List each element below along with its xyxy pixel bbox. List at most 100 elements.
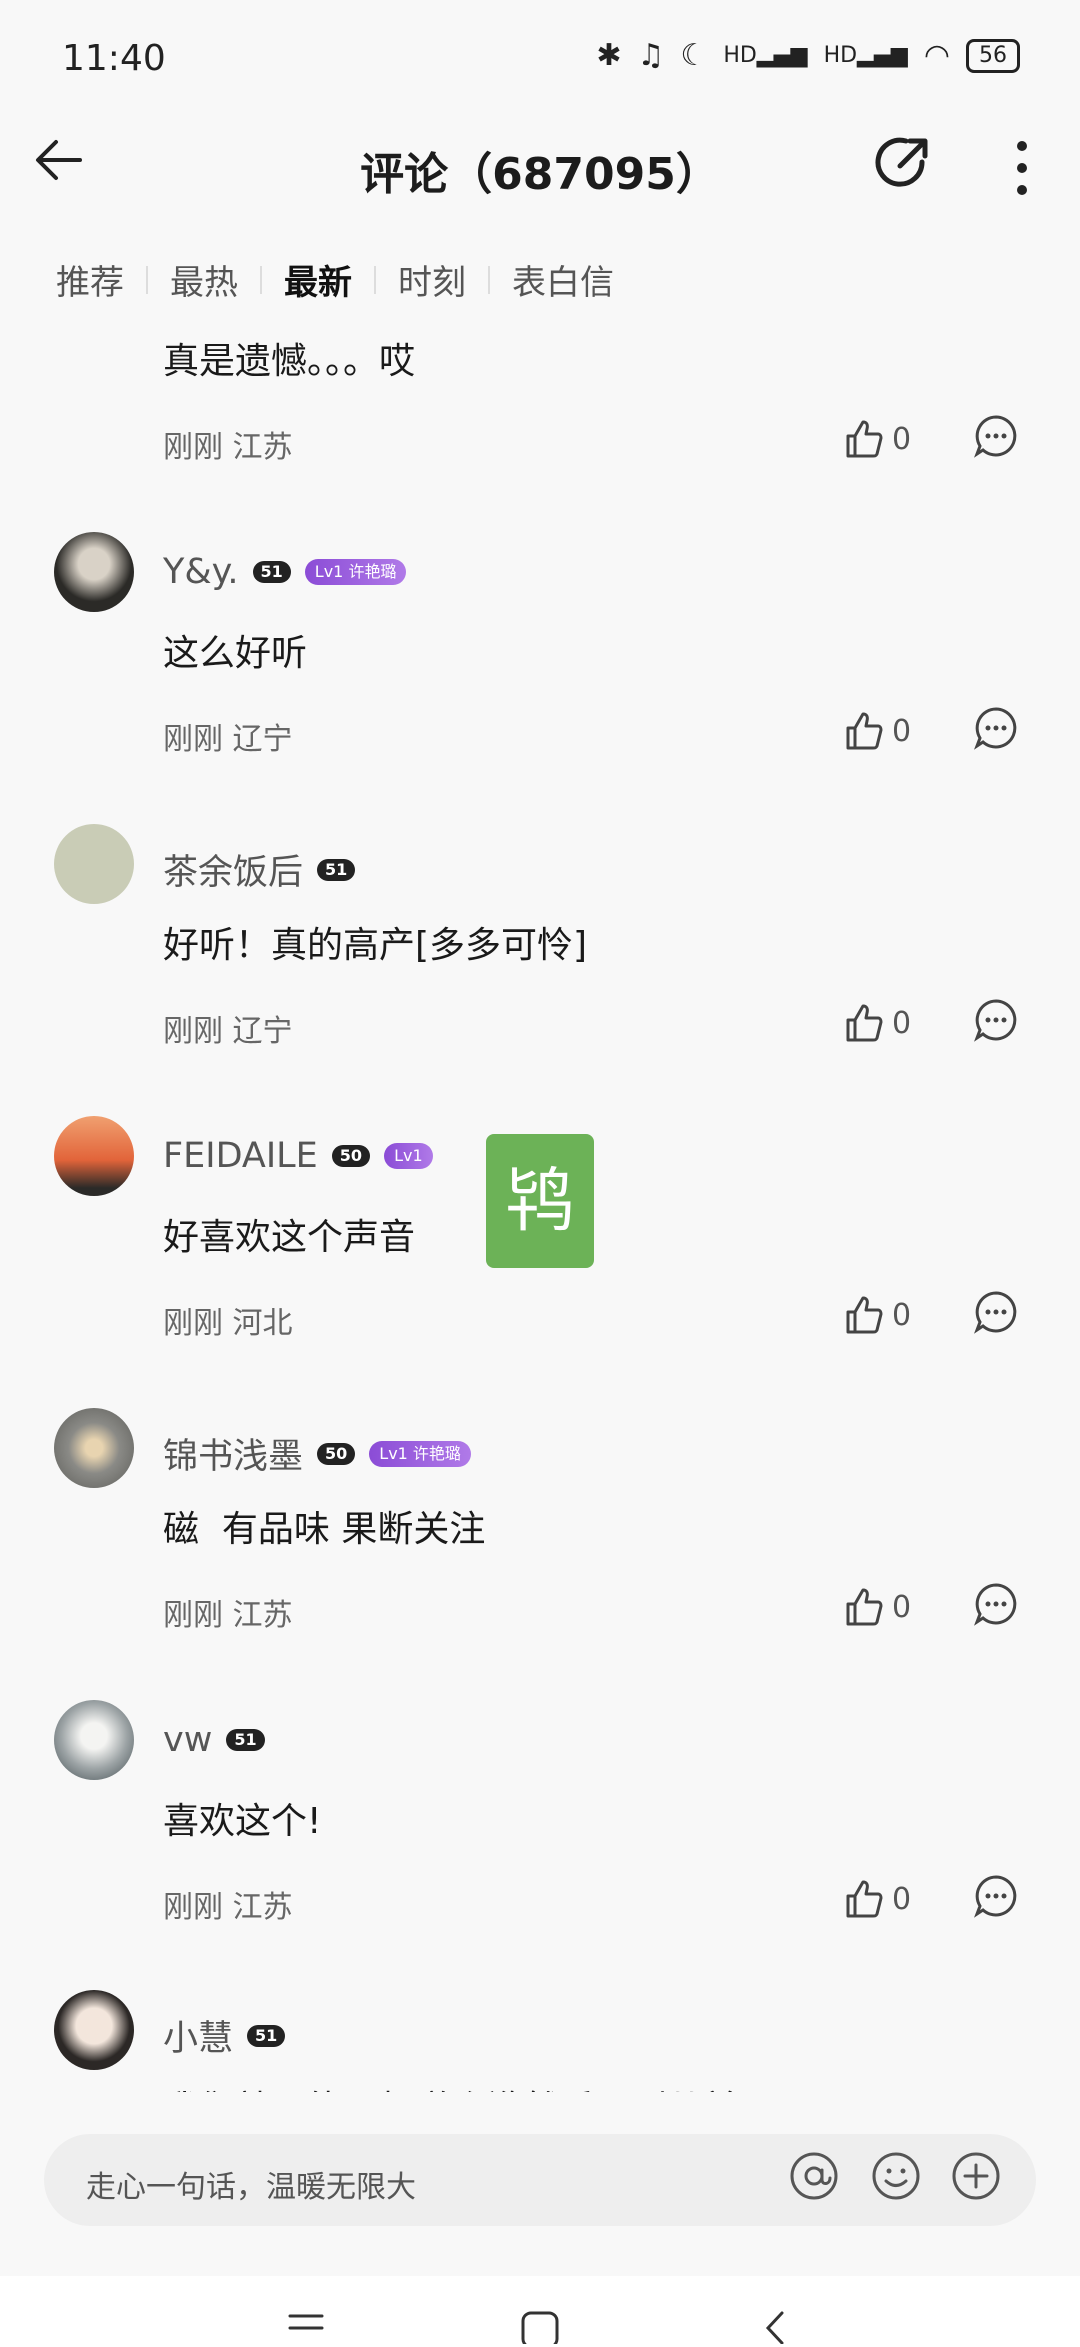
- like-button[interactable]: 0: [842, 1294, 911, 1336]
- comment-text: 我们就不能互相道个歉然后回到从前吗?: [163, 2080, 794, 2092]
- thumbs-up-icon: [846, 1880, 883, 1918]
- username[interactable]: vw: [163, 1720, 212, 1760]
- thumbs-up-icon: [846, 420, 883, 458]
- like-count: 0: [892, 1589, 912, 1625]
- level-badge: Lv1 许艳璐: [369, 1440, 471, 1467]
- comment-time: 刚刚: [163, 1014, 223, 1049]
- reply-bubble-icon[interactable]: [974, 706, 1018, 750]
- signal-icon: HD▂▄▆: [723, 43, 808, 68]
- comment-meta: 刚刚 河北: [163, 1298, 293, 1342]
- floating-app-tile[interactable]: 鸨: [486, 1134, 594, 1268]
- level-badge: Lv1: [384, 1143, 433, 1169]
- thumbs-up-icon: [846, 1004, 883, 1042]
- avatar[interactable]: [54, 1116, 134, 1196]
- comment-location: 辽宁: [232, 1014, 293, 1049]
- comment-text: 真是遗憾。。。哎: [163, 341, 416, 382]
- tab-divider: [260, 265, 262, 294]
- comment-location: 江苏: [232, 1598, 293, 1633]
- menu-icon[interactable]: [288, 2310, 324, 2340]
- comment-time: 刚刚: [163, 430, 223, 465]
- comment-user: Y&y. 51 Lv1 许艳璐: [163, 552, 407, 592]
- tab-divider: [374, 265, 376, 294]
- comment-tabs: 推荐 最热 最新 时刻 表白信: [56, 255, 614, 304]
- username[interactable]: FEIDAILE: [163, 1136, 318, 1176]
- comment-text: 好听！真的高产[多多可怜]: [163, 925, 588, 966]
- like-button[interactable]: 0: [842, 1586, 911, 1628]
- comment-time: 刚刚: [163, 1306, 223, 1341]
- home-icon[interactable]: [520, 2310, 560, 2344]
- comment-meta: 刚刚 江苏: [163, 1882, 293, 1926]
- username[interactable]: 锦书浅墨: [163, 1428, 303, 1479]
- reply-bubble-icon[interactable]: [974, 1290, 1018, 1334]
- thumbs-up-icon: [846, 1588, 883, 1626]
- like-button[interactable]: 0: [842, 710, 911, 752]
- more-options-icon[interactable]: [1010, 138, 1034, 198]
- comment-meta: 刚刚 江苏: [163, 1590, 293, 1634]
- like-count: 0: [892, 1297, 912, 1333]
- like-button[interactable]: 0: [842, 1878, 911, 1920]
- tab-divider: [146, 265, 148, 294]
- back-nav-icon[interactable]: [760, 2310, 790, 2344]
- tab-moments[interactable]: 时刻: [398, 255, 466, 304]
- comment-time: 刚刚: [163, 1890, 223, 1925]
- emoji-icon[interactable]: [870, 2150, 922, 2202]
- tab-love-letter[interactable]: 表白信: [512, 255, 614, 304]
- tab-newest[interactable]: 最新: [284, 255, 352, 304]
- avatar[interactable]: [54, 532, 134, 612]
- username[interactable]: 茶余饭后: [163, 844, 303, 895]
- comment-user: 茶余饭后 51: [163, 844, 356, 895]
- clipped-comment-area: 我们就不能互相道个歉然后回到从前吗?: [0, 2070, 1080, 2092]
- tab-recommend[interactable]: 推荐: [56, 255, 124, 304]
- comment-location: 江苏: [232, 1890, 293, 1925]
- comment-user: 小慧 51: [163, 2010, 286, 2061]
- share-icon[interactable]: [872, 132, 934, 194]
- add-icon[interactable]: [950, 2150, 1002, 2202]
- avatar[interactable]: [54, 824, 134, 904]
- reply-bubble-icon[interactable]: [974, 998, 1018, 1042]
- comment-meta: 刚刚 江苏: [163, 422, 293, 466]
- user-badge: 51: [226, 1729, 265, 1751]
- status-icons: ✱ ♫ ☾ HD▂▄▆ HD▂▄▆ ◠ 56: [596, 38, 1020, 73]
- status-time: 11:40: [62, 38, 166, 79]
- username[interactable]: Y&y.: [163, 552, 239, 592]
- level-badge: Lv1 许艳璐: [304, 559, 407, 585]
- thumbs-up-icon: [846, 712, 883, 750]
- avatar[interactable]: [54, 1408, 134, 1488]
- signal-icon-2: HD▂▄▆: [823, 43, 908, 68]
- tab-divider: [488, 265, 490, 294]
- thumbs-up-icon: [846, 1296, 883, 1334]
- avatar[interactable]: [54, 1700, 134, 1780]
- user-badge: 50: [331, 1145, 371, 1167]
- earbuds-icon: ♫: [637, 38, 665, 73]
- comment-location: 江苏: [232, 430, 293, 465]
- comment-text: 好喜欢这个声音: [163, 1217, 416, 1258]
- reply-bubble-icon[interactable]: [974, 414, 1018, 458]
- comment-text: 喜欢这个!: [163, 1801, 322, 1842]
- like-count: 0: [892, 421, 912, 457]
- username[interactable]: 小慧: [163, 2010, 233, 2061]
- comment-input-placeholder[interactable]: 走心一句话，温暖无限大: [86, 2162, 416, 2206]
- moon-icon: ☾: [680, 38, 708, 73]
- comment-text: 这么好听: [163, 633, 308, 674]
- comment-time: 刚刚: [163, 1598, 223, 1633]
- user-badge: 51: [317, 858, 356, 881]
- comment-location: 辽宁: [232, 722, 293, 757]
- comment-location: 河北: [232, 1306, 293, 1341]
- comment-meta: 刚刚 辽宁: [163, 1006, 293, 1050]
- tab-hottest[interactable]: 最热: [170, 255, 238, 304]
- like-count: 0: [892, 1005, 912, 1041]
- comment-time: 刚刚: [163, 722, 223, 757]
- reply-bubble-icon[interactable]: [974, 1582, 1018, 1626]
- comment-meta: 刚刚 辽宁: [163, 714, 293, 758]
- mention-icon[interactable]: [788, 2150, 840, 2202]
- comment-text: 磁 有品味 果断关注: [163, 1509, 486, 1550]
- like-button[interactable]: 0: [842, 1002, 911, 1044]
- comment-user: FEIDAILE 50 Lv1: [163, 1136, 433, 1176]
- comment-user: 锦书浅墨 50 Lv1 许艳璐: [163, 1428, 471, 1479]
- like-button[interactable]: 0: [842, 418, 911, 460]
- user-badge: 51: [247, 2024, 286, 2047]
- reply-bubble-icon[interactable]: [974, 1874, 1018, 1918]
- avatar[interactable]: [54, 1990, 134, 2070]
- wifi-icon: ◠: [923, 38, 950, 73]
- like-count: 0: [892, 1881, 912, 1917]
